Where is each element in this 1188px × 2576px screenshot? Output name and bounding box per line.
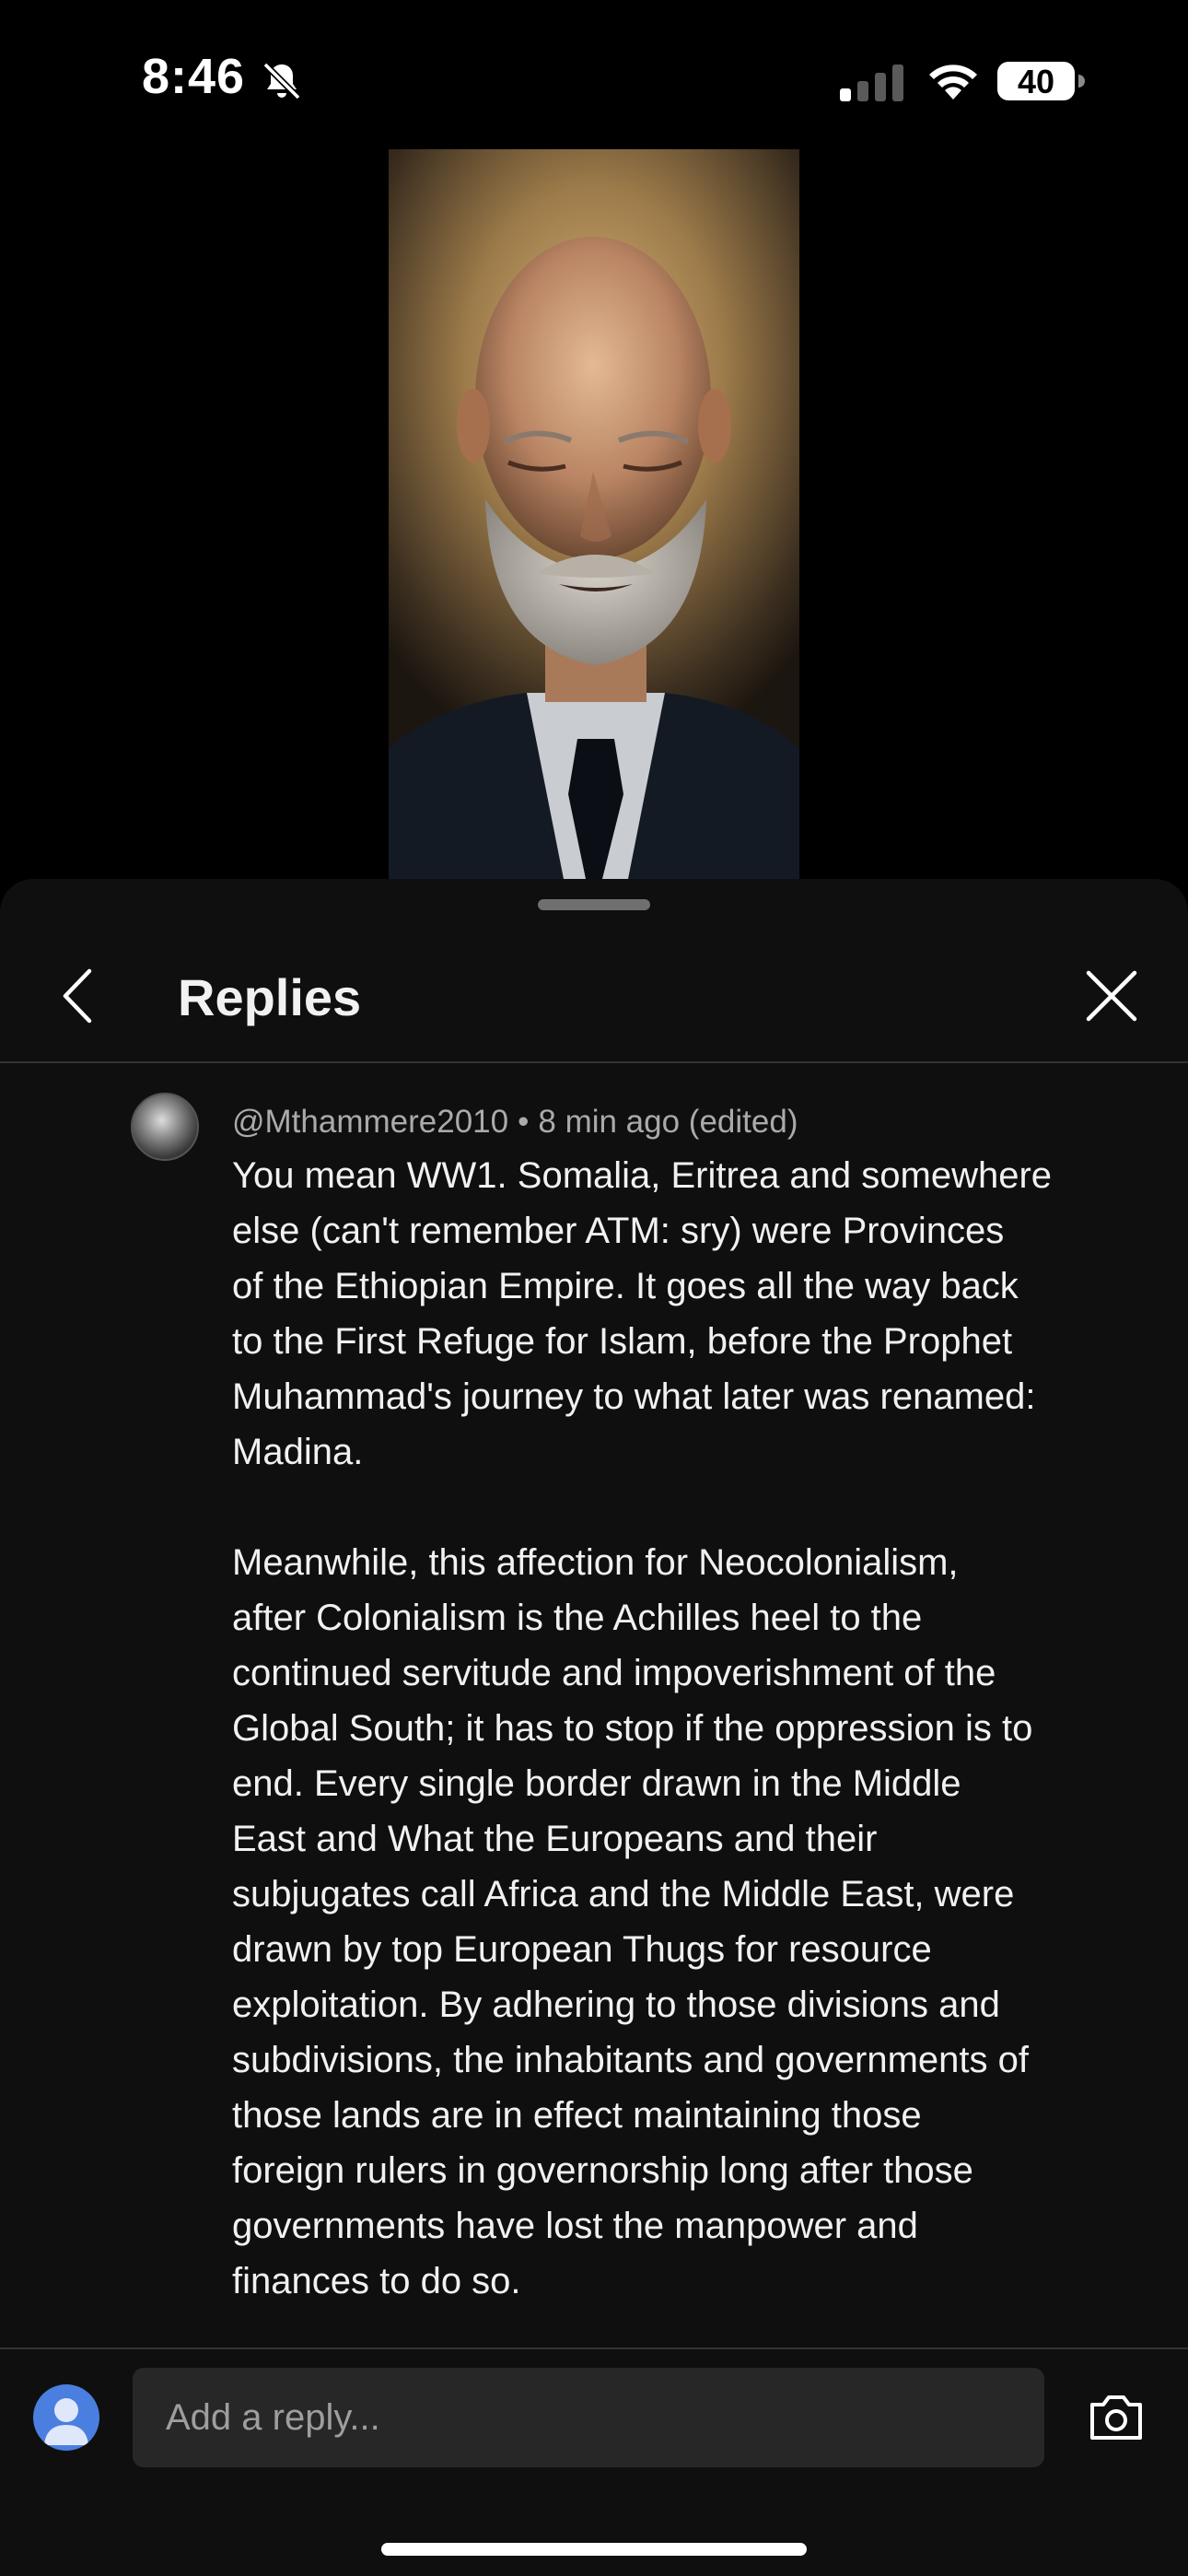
cellular-signal-icon (840, 64, 903, 101)
comment-line: subdivisions, the inhabitants and govern… (232, 2040, 1029, 2080)
reply-input[interactable] (133, 2368, 1044, 2467)
sheet-grabber[interactable] (538, 899, 650, 910)
sheet-title: Replies (178, 968, 362, 1026)
comment-line: finances to do so. (232, 2261, 521, 2301)
comment-line: Global South; it has to stop if the oppr… (232, 1708, 1033, 1749)
comment-line: else (can't remember ATM: sry) were Prov… (232, 1211, 1005, 1251)
bell-slash-icon (262, 62, 301, 100)
person-icon (44, 2398, 88, 2445)
comment-line: after Colonialism is the Achilles heel t… (232, 1598, 923, 1638)
comment-line: subjugates call Africa and the Middle Ea… (232, 1874, 1015, 1914)
wifi-icon (929, 64, 977, 100)
close-button[interactable] (1079, 964, 1144, 1028)
comment-line: You mean WW1. Somalia, Eritrea and somew… (232, 1155, 1053, 1196)
back-button[interactable] (44, 964, 109, 1028)
status-bar: 8:46 40 (0, 0, 1188, 157)
battery-level: 40 (1017, 63, 1055, 100)
comment-body: You mean WW1. Somalia, Eritrea and somew… (232, 1148, 1135, 2309)
comment-line: drawn by top European Thugs for resource (232, 1929, 932, 1970)
video-player[interactable] (389, 149, 799, 879)
avatar[interactable] (131, 1093, 199, 1161)
camera-icon[interactable] (1087, 2390, 1146, 2445)
reply-bar (0, 2348, 1188, 2484)
comment-line: foreign rulers in governorship long afte… (232, 2150, 973, 2191)
comment-line: Meanwhile, this affection for Neocolonia… (232, 1542, 959, 1583)
comment-time: 8 min ago (edited) (538, 1104, 798, 1140)
close-icon (1086, 970, 1137, 1022)
meta-separator: • (518, 1104, 530, 1140)
home-indicator[interactable] (381, 2543, 807, 2556)
chevron-left-icon (63, 968, 92, 1024)
comment-line: East and What the Europeans and their (232, 1819, 878, 1859)
video-frame (389, 237, 799, 879)
user-avatar-icon[interactable] (33, 2384, 99, 2451)
comment-line: those lands are in effect maintaining th… (232, 2095, 922, 2136)
comment-line: Madina. (232, 1432, 364, 1472)
comment-author[interactable]: @Mthammere2010 (232, 1104, 508, 1140)
replies-sheet: Replies @Mthammere2010 • 8 min ago (edited… (0, 879, 1188, 2576)
sheet-header: Replies (0, 925, 1188, 1063)
comment-meta: @Mthammere2010 • 8 min ago (edited) (232, 1104, 798, 1141)
comment-line: of the Ethiopian Empire. It goes all the… (232, 1266, 1019, 1306)
comment-line: exploitation. By adhering to those divis… (232, 1985, 1000, 2025)
comment-line: governments have lost the manpower and (232, 2206, 918, 2246)
comment-line: Muhammad's journey to what later was ren… (232, 1376, 1036, 1417)
battery-icon: 40 (996, 59, 1085, 103)
comment-line: to the First Refuge for Islam, before th… (232, 1321, 1013, 1362)
comment-line: continued servitude and impoverishment o… (232, 1653, 996, 1693)
comment-line: end. Every single border drawn in the Mi… (232, 1763, 961, 1804)
status-time: 8:46 (142, 49, 246, 104)
